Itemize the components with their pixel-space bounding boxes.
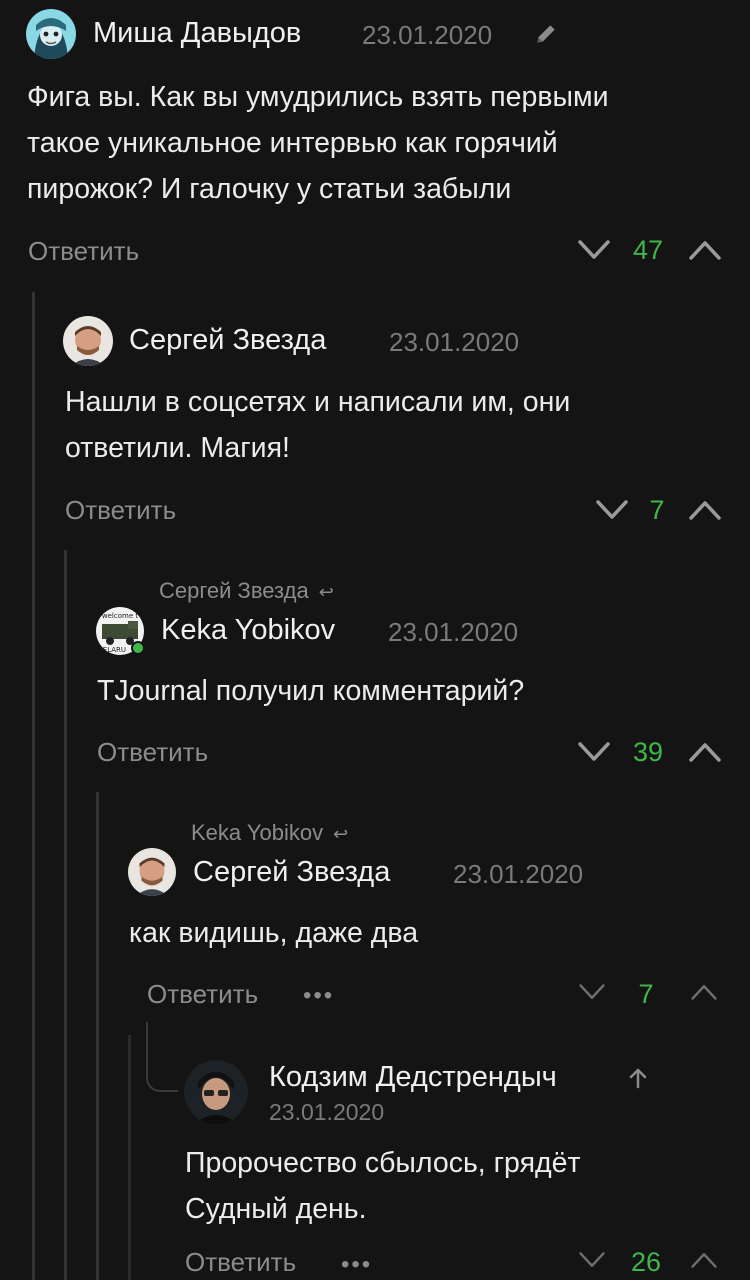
reply-button[interactable]: Ответить: [147, 979, 258, 1010]
comment-text-line: Фига вы. Как вы умудрились взять первыми: [27, 81, 609, 113]
comment-text-line: как видишь, даже два: [129, 917, 419, 949]
chevron-up-icon[interactable]: [688, 499, 722, 521]
chevron-down-icon[interactable]: [577, 239, 611, 261]
comment-text: Фига вы. Как вы умудрились взять первыми…: [27, 74, 609, 212]
svg-text:BELARU: BELARU: [98, 646, 126, 654]
reply-button[interactable]: Ответить: [97, 737, 208, 768]
more-options-button[interactable]: •••: [303, 982, 334, 1010]
comment-author[interactable]: Миша Давыдов: [93, 17, 301, 50]
comment-date[interactable]: 23.01.2020: [389, 327, 519, 358]
chevron-down-icon[interactable]: [578, 983, 606, 1001]
vote-score: 7: [649, 495, 665, 525]
reply-button[interactable]: Ответить: [65, 495, 176, 526]
comment-text-line: Судный день.: [185, 1193, 367, 1225]
comment-date[interactable]: 23.01.2020: [388, 617, 518, 648]
chevron-down-icon[interactable]: [578, 1251, 606, 1269]
comment-text-line: Нашли в соцсетях и написали им, они: [65, 386, 571, 418]
thread-line-level-3: [96, 792, 99, 1280]
avatar[interactable]: [184, 1060, 248, 1124]
comment-author[interactable]: Keka Yobikov: [161, 614, 335, 647]
comment-text: Нашли в соцсетях и написали им, они отве…: [65, 379, 570, 471]
comment-author[interactable]: Кодзим Дедстрендыч: [269, 1061, 557, 1094]
reply-to-link[interactable]: Сергей Звезда ↩: [159, 578, 334, 604]
arrow-up-icon[interactable]: [628, 1067, 648, 1089]
comment-text-line: Пророчество сбылось, грядёт: [185, 1147, 581, 1179]
vote-score: 7: [638, 979, 654, 1009]
reply-button[interactable]: Ответить: [28, 236, 139, 267]
comment-text: как видишь, даже два: [129, 910, 418, 956]
avatar-image: [63, 316, 113, 366]
thread-line-level-4: [128, 1035, 131, 1280]
vote-score: 26: [630, 1247, 662, 1277]
comment-text-line: ответили. Магия!: [65, 432, 290, 464]
comment-date[interactable]: 23.01.2020: [362, 20, 492, 51]
comment-date[interactable]: 23.01.2020: [453, 859, 583, 890]
chevron-up-icon[interactable]: [688, 741, 722, 763]
thread-line-level-2: [64, 550, 67, 1280]
comment-text-line: пирожок? И галочку у статьи забыли: [27, 173, 512, 205]
reply-button[interactable]: Ответить: [185, 1247, 296, 1278]
avatar-image: [184, 1060, 248, 1124]
comment-text: Пророчество сбылось, грядёт Судный день.: [185, 1140, 581, 1232]
comment-text-line: такое уникальное интервью как горячий: [27, 127, 558, 159]
reply-arrow-icon: ↩: [318, 582, 334, 602]
thread-line-level-1: [32, 292, 35, 1280]
thread-connector: [146, 1022, 178, 1092]
avatar[interactable]: [128, 848, 176, 896]
vote-score: 39: [632, 737, 664, 767]
pencil-icon[interactable]: [533, 21, 559, 47]
avatar-image: [26, 9, 76, 59]
online-status-icon: [131, 641, 145, 655]
reply-to-link[interactable]: Keka Yobikov ↩: [191, 820, 348, 846]
chevron-up-icon[interactable]: [688, 239, 722, 261]
comment-date[interactable]: 23.01.2020: [269, 1099, 384, 1126]
comment-author[interactable]: Сергей Звезда: [193, 856, 390, 889]
reply-to-name: Keka Yobikov: [191, 820, 324, 845]
vote-score: 47: [632, 235, 664, 265]
chevron-up-icon[interactable]: [690, 1251, 718, 1269]
reply-arrow-icon: ↩: [333, 824, 349, 844]
chevron-up-icon[interactable]: [690, 983, 718, 1001]
reply-to-name: Сергей Звезда: [159, 578, 309, 603]
avatar[interactable]: [63, 316, 113, 366]
comment-author[interactable]: Сергей Звезда: [129, 324, 326, 357]
avatar-image: [128, 848, 176, 896]
chevron-down-icon[interactable]: [577, 741, 611, 763]
chevron-down-icon[interactable]: [595, 499, 629, 521]
avatar[interactable]: [26, 9, 76, 59]
comment-text-line: TJournal получил комментарий?: [97, 675, 525, 707]
comment-text: TJournal получил комментарий?: [97, 668, 524, 714]
svg-text:welcome t: welcome t: [102, 612, 138, 620]
more-options-button[interactable]: •••: [341, 1251, 372, 1279]
